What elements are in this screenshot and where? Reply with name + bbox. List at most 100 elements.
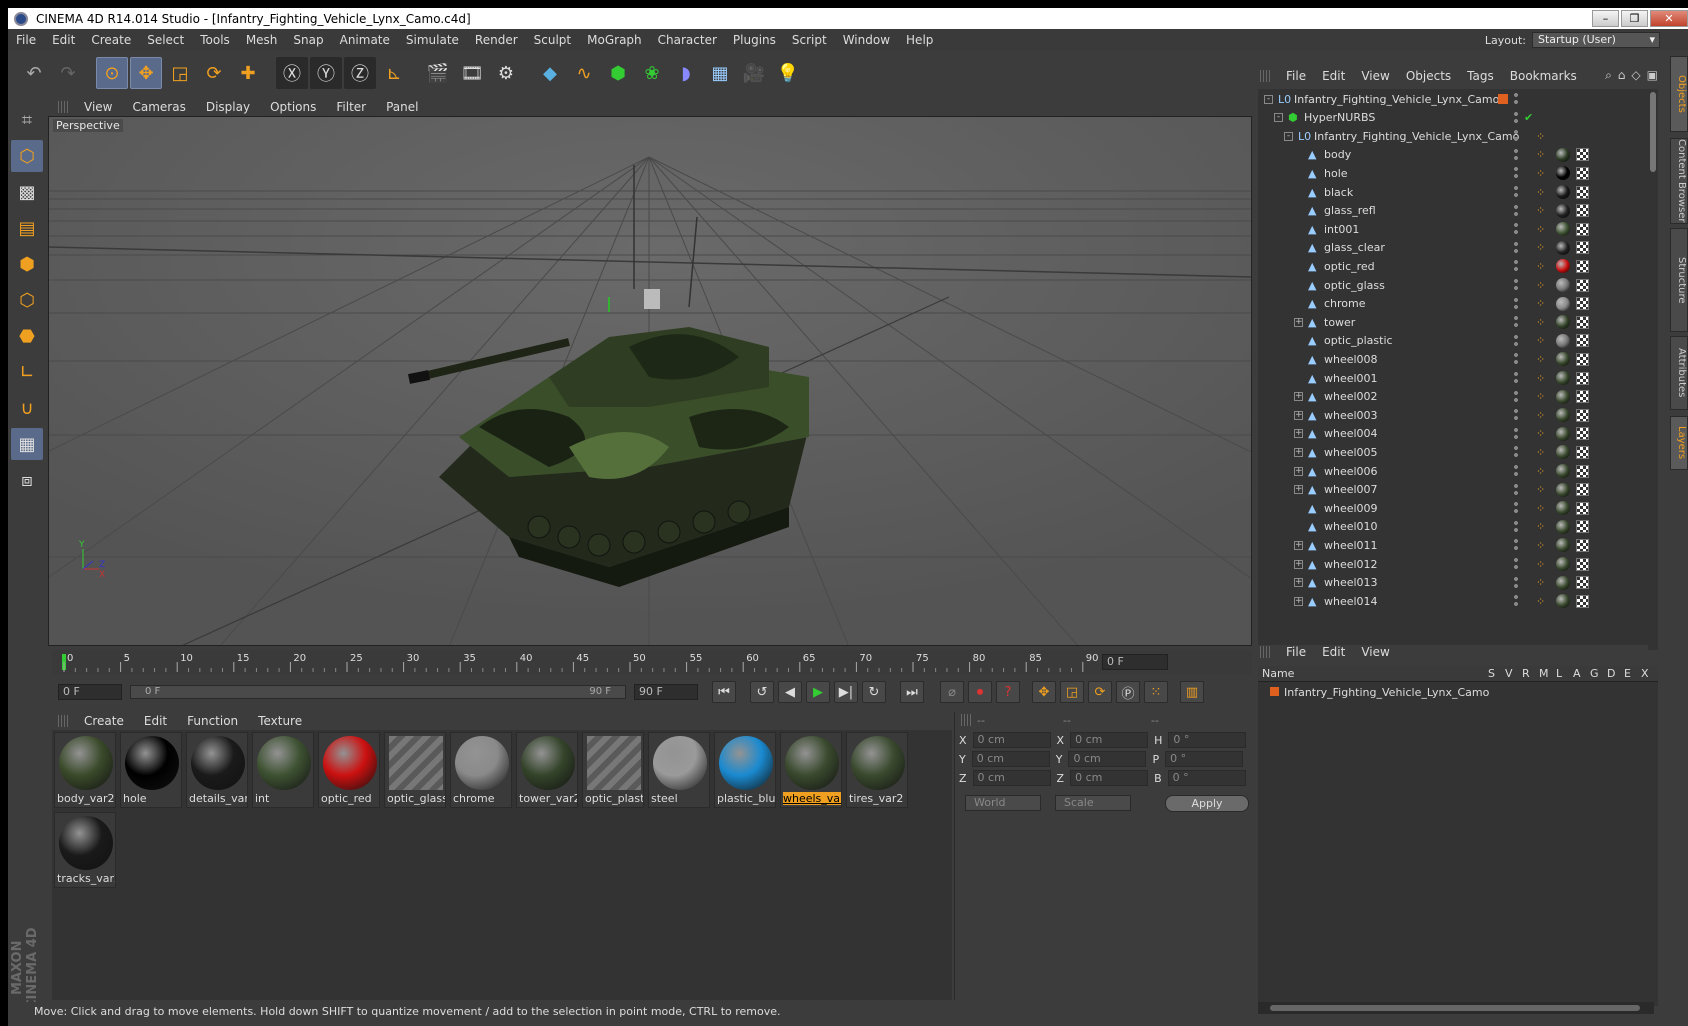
expand-toggle-icon[interactable]: + (1294, 447, 1303, 457)
material-tag-icon[interactable] (1556, 222, 1570, 237)
expand-toggle-icon[interactable]: + (1294, 559, 1303, 569)
material-swatch[interactable]: tower_var2 (516, 732, 578, 808)
texture-tag-icon[interactable] (1576, 557, 1589, 571)
visibility-dots-icon[interactable] (1512, 203, 1520, 218)
visibility-dots-icon[interactable] (1512, 315, 1520, 330)
end-frame-field[interactable]: 90 F (634, 684, 698, 700)
layer-grip-icon[interactable] (1260, 646, 1272, 658)
texture-tag-icon[interactable] (1576, 278, 1589, 292)
expand-toggle-icon[interactable]: + (1294, 485, 1303, 495)
expand-toggle-icon[interactable]: + (1294, 540, 1303, 550)
visibility-dots-icon[interactable] (1512, 129, 1520, 144)
move-tool-icon[interactable]: ✥ (130, 57, 162, 89)
tree-row[interactable]: ▲ wheel010 ⁘ (1258, 517, 1658, 537)
spline-icon[interactable]: ∿ (568, 57, 600, 89)
objects-menu-edit[interactable]: Edit (1314, 69, 1353, 83)
coord-rotation-field[interactable]: 0 ° (1165, 751, 1244, 767)
expand-toggle-icon[interactable]: + (1294, 466, 1303, 476)
tree-row[interactable]: + ▲ wheel007 ⁘ (1258, 480, 1658, 500)
material-swatch[interactable]: optic_plast (582, 732, 644, 808)
tree-row[interactable]: - L0 Infantry_Fighting_Vehicle_Lynx_Camo ⁘ (1258, 126, 1658, 146)
expand-toggle-icon[interactable]: - (1274, 113, 1283, 123)
menu-render[interactable]: Render (467, 33, 526, 47)
visibility-dots-icon[interactable] (1512, 426, 1520, 441)
material-tag-icon[interactable] (1556, 333, 1570, 348)
visibility-dots-icon[interactable] (1512, 557, 1520, 571)
material-tag-icon[interactable] (1556, 278, 1570, 292)
material-tag-icon[interactable] (1556, 464, 1570, 478)
visibility-dots-icon[interactable] (1512, 222, 1520, 237)
material-grip-icon[interactable] (58, 715, 70, 727)
visibility-dots-icon[interactable] (1512, 278, 1520, 292)
material-swatch[interactable]: tires_var2 (846, 732, 908, 808)
layer-row[interactable]: Infantry_Fighting_Vehicle_Lynx_Camo (1258, 684, 1658, 700)
undo-icon[interactable]: ↶ (18, 57, 50, 89)
visibility-dots-icon[interactable] (1512, 333, 1520, 348)
tree-row[interactable]: + ▲ wheel012 ⁘ (1258, 554, 1658, 574)
play-icon[interactable]: ▶ (806, 681, 830, 703)
visibility-dots-icon[interactable] (1512, 147, 1520, 162)
redo-icon[interactable]: ↷ (52, 57, 84, 89)
perspective-viewport[interactable]: Y Z X Perspective (48, 116, 1252, 646)
tree-row[interactable]: ▲ wheel009 ⁘ (1258, 498, 1658, 518)
side-tab-layers[interactable]: Layers (1670, 416, 1688, 470)
layers-menu-edit[interactable]: Edit (1314, 645, 1353, 659)
coord-rotation-field[interactable]: 0 ° (1168, 732, 1247, 748)
next-key-icon[interactable]: ↻ (862, 681, 886, 703)
viewport-menu-filter[interactable]: Filter (326, 100, 376, 114)
texture-tag-icon[interactable] (1576, 222, 1589, 236)
coord-size-field[interactable]: 0 cm (1070, 732, 1149, 748)
coord-grip-icon[interactable] (961, 714, 973, 726)
material-tag-icon[interactable] (1556, 557, 1570, 571)
next-frame-icon[interactable]: ▶| (834, 681, 858, 703)
nurbs-icon[interactable]: ⬢ (602, 57, 634, 89)
record-icon[interactable]: ⏺ (968, 681, 992, 703)
visibility-dots-icon[interactable] (1512, 185, 1520, 199)
layer-hscrollbar[interactable] (1258, 1002, 1654, 1014)
tree-row[interactable]: - ⬢ HyperNURBS ✔ (1258, 108, 1658, 128)
floor-environment-icon[interactable]: ▦ (704, 57, 736, 89)
tree-row[interactable]: ▲ optic_glass ⁘ (1258, 275, 1658, 295)
layout-dropdown[interactable]: Startup (User) (1532, 32, 1660, 48)
coord-size-field[interactable]: 0 cm (1068, 751, 1147, 767)
texture-tag-icon[interactable] (1576, 352, 1589, 366)
material-tag-icon[interactable] (1556, 538, 1570, 553)
menu-file[interactable]: File (8, 33, 44, 47)
menu-simulate[interactable]: Simulate (398, 33, 467, 47)
texture-tag-icon[interactable] (1576, 259, 1589, 273)
side-tab-structure[interactable]: Structure (1670, 228, 1688, 332)
material-swatch[interactable]: wheels_var (780, 732, 842, 808)
material-tag-icon[interactable] (1556, 166, 1570, 181)
visibility-dots-icon[interactable] (1512, 352, 1520, 367)
material-swatch[interactable]: body_var2 (54, 732, 116, 808)
expand-toggle-icon[interactable]: + (1294, 429, 1303, 439)
apply-button[interactable]: Apply (1165, 795, 1249, 812)
objects-menu-tags[interactable]: Tags (1459, 69, 1502, 83)
menu-help[interactable]: Help (898, 33, 941, 47)
cube-primitive-icon[interactable]: ◆ (534, 57, 566, 89)
objects-menu-objects[interactable]: Objects (1398, 69, 1459, 83)
tree-row[interactable]: + ▲ wheel006 ⁘ (1258, 461, 1658, 481)
texture-tag-icon[interactable] (1576, 241, 1589, 255)
object-tree-scrollbar[interactable] (1648, 90, 1658, 650)
texture-tag-icon[interactable] (1576, 464, 1589, 478)
tree-row[interactable]: ▲ wheel001 ⁘ (1258, 368, 1658, 388)
expand-toggle-icon[interactable]: + (1294, 317, 1303, 327)
points-mode-icon[interactable]: ⬢ (11, 248, 43, 280)
material-tag-icon[interactable] (1556, 259, 1570, 274)
material-tag-icon[interactable] (1556, 445, 1570, 460)
expand-toggle-icon[interactable]: - (1264, 94, 1273, 104)
texture-tag-icon[interactable] (1576, 148, 1589, 162)
side-tab-objects[interactable]: Objects (1670, 56, 1688, 132)
viewport-menu-panel[interactable]: Panel (376, 100, 428, 114)
side-tab-attributes[interactable]: Attributes (1670, 336, 1688, 410)
visibility-dots-icon[interactable] (1512, 259, 1520, 274)
timeline-window-icon[interactable]: ▥ (1180, 681, 1204, 703)
rotate-tool-icon[interactable]: ⟳ (198, 57, 230, 89)
tree-row[interactable]: + ▲ wheel003 ⁘ (1258, 405, 1658, 425)
autokeying-help-icon[interactable]: ? (996, 681, 1020, 703)
material-swatch[interactable]: plastic_blu (714, 732, 776, 808)
camera-icon[interactable]: 🎥 (738, 57, 770, 89)
material-tag-icon[interactable] (1556, 352, 1570, 367)
tree-row[interactable]: + ▲ tower ⁘ (1258, 312, 1658, 332)
